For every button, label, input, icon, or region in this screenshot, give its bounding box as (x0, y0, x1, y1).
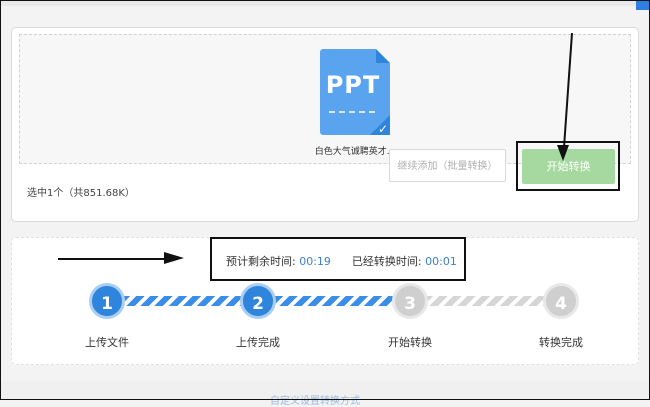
top-bar (0, 0, 636, 6)
annotation-arrow-right-head (164, 252, 184, 264)
step-2-label: 上传完成 (236, 336, 280, 349)
file-item[interactable]: PPT ✓ 白色大气诚聘英才... (305, 49, 405, 157)
remaining-time-value: 00:19 (299, 255, 331, 268)
step-4-circle: 4 (543, 283, 579, 319)
upload-card: PPT ✓ 白色大气诚聘英才... 选中1个（共851.68K） (11, 27, 639, 222)
ppt-file-icon: PPT ✓ (320, 49, 390, 136)
step-3-circle: 3 (392, 283, 428, 319)
selected-file-info: 选中1个（共851.68K） (27, 188, 135, 199)
elapsed-time-value: 00:01 (425, 255, 457, 268)
step-4-label: 转换完成 (539, 336, 583, 349)
elapsed-time-label: 已经转换时间: (351, 255, 422, 268)
step-2-circle: 2 (240, 283, 276, 319)
annotation-arrow-right (58, 258, 168, 260)
progress-segment-2 (275, 296, 408, 306)
step-1-label: 上传文件 (85, 336, 129, 349)
file-type-label: PPT (325, 71, 381, 99)
step-3-label: 开始转换 (388, 336, 432, 349)
annotation-arrow-down-head (557, 145, 569, 161)
time-status-box: 预计剩余时间: 00:19 已经转换时间: 00:01 (210, 237, 466, 281)
step-1-circle: 1 (89, 283, 125, 319)
top-accent (636, 0, 650, 10)
progress-segment-3 (425, 296, 550, 306)
continue-add-button[interactable]: 继续添加（批量转换） (389, 149, 506, 182)
remaining-time-label: 预计剩余时间: (226, 255, 296, 268)
